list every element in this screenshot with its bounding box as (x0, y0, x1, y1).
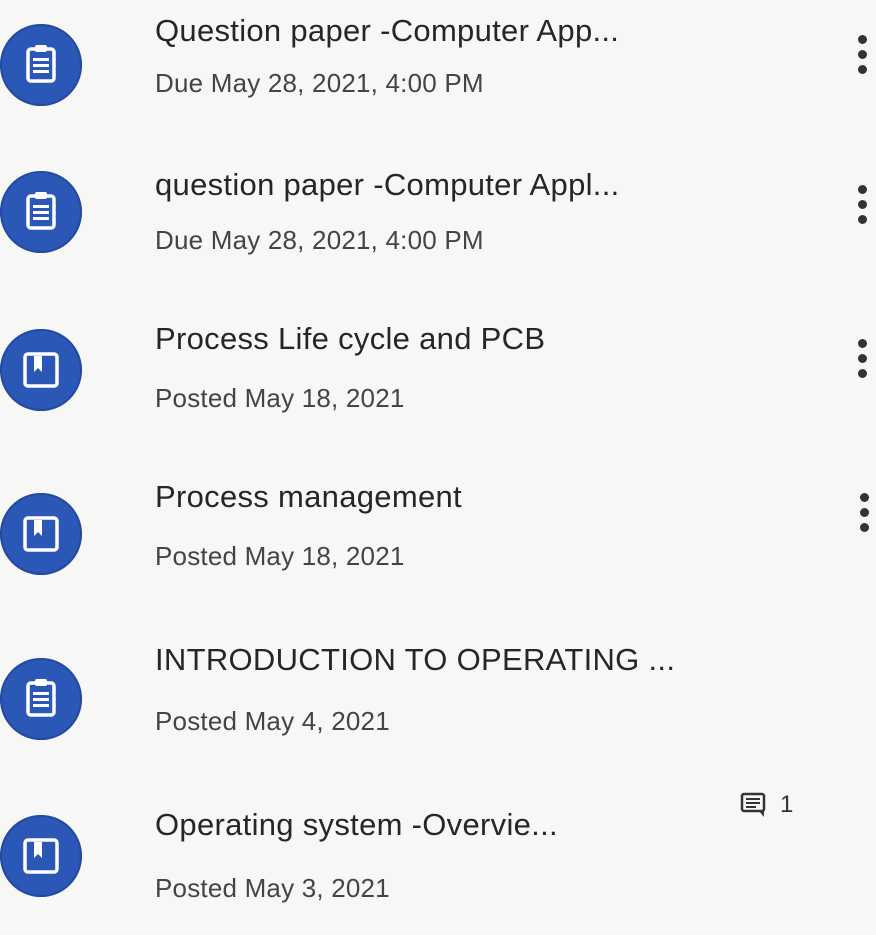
item-meta: Due May 28, 2021, 4:00 PM (155, 68, 484, 98)
item-title: Operating system -Overvie... (155, 807, 558, 842)
material-icon (0, 493, 82, 575)
item-title: INTRODUCTION TO OPERATING ... (155, 642, 676, 677)
item-meta: Posted May 3, 2021 (155, 873, 390, 903)
assignment-icon (0, 658, 82, 740)
item-title: Process management (155, 479, 462, 514)
item-title: Process Life cycle and PCB (155, 321, 546, 356)
list-item[interactable]: INTRODUCTION TO OPERATING ... Posted May… (0, 618, 876, 768)
comment-count-value: 1 (780, 791, 794, 818)
item-title: Question paper -Computer App... (155, 13, 620, 48)
more-options-icon[interactable] (850, 183, 874, 227)
comment-icon (740, 792, 766, 817)
material-icon (0, 329, 82, 411)
list-item[interactable]: Process management Posted May 18, 2021 (0, 463, 876, 613)
comment-count: 1 (740, 790, 793, 820)
list-item[interactable]: Process Life cycle and PCB Posted May 18… (0, 307, 876, 457)
more-options-icon[interactable] (850, 33, 874, 77)
item-meta: Posted May 18, 2021 (155, 541, 405, 571)
material-icon (0, 815, 82, 897)
list-item[interactable]: question paper -Computer Appl... Due May… (0, 153, 876, 303)
list-item[interactable]: Operating system -Overvie... 1 Posted Ma… (0, 785, 876, 935)
classwork-list: Question paper -Computer App... Due May … (0, 0, 876, 915)
assignment-icon (0, 171, 82, 253)
item-meta: Posted May 4, 2021 (155, 706, 390, 736)
item-meta: Due May 28, 2021, 4:00 PM (155, 225, 484, 255)
more-options-icon[interactable] (850, 337, 874, 381)
assignment-icon (0, 24, 82, 106)
more-options-icon[interactable] (852, 491, 876, 535)
item-meta: Posted May 18, 2021 (155, 383, 405, 413)
list-item[interactable]: Question paper -Computer App... Due May … (0, 0, 876, 150)
item-title: question paper -Computer Appl... (155, 167, 620, 202)
